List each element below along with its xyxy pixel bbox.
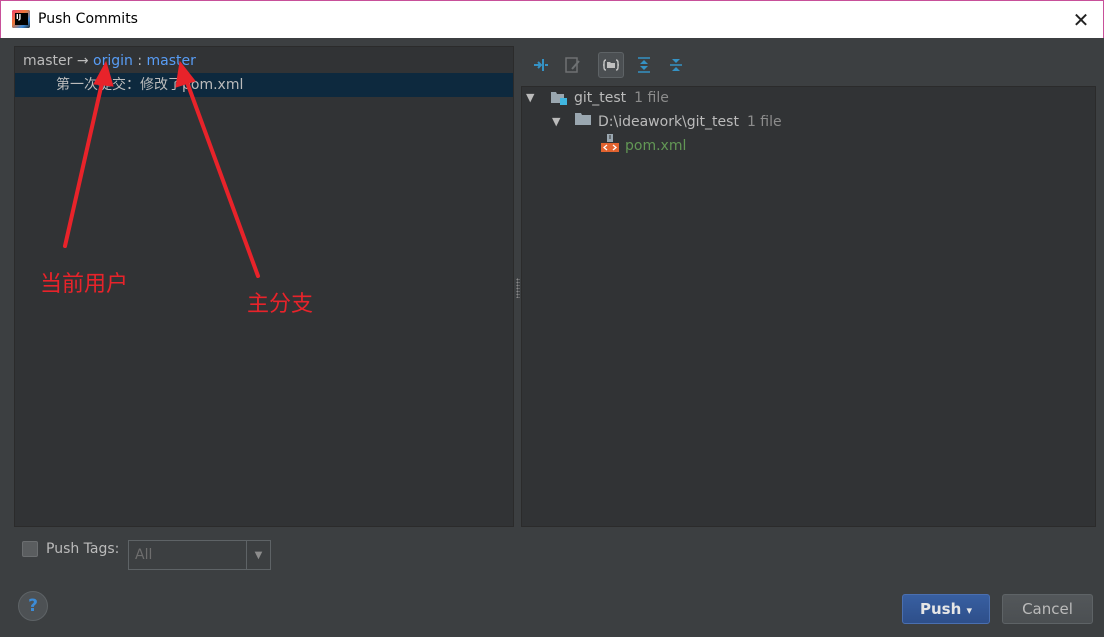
local-branch: master bbox=[23, 53, 73, 69]
tree-row-file[interactable]: pom.xml bbox=[600, 133, 687, 160]
xml-file-icon bbox=[600, 133, 620, 160]
help-button[interactable]: ? bbox=[18, 591, 48, 621]
close-icon[interactable]: ✕ bbox=[1069, 8, 1093, 32]
push-tags-checkbox[interactable] bbox=[22, 541, 38, 557]
push-button[interactable]: Push ▾ bbox=[902, 594, 990, 624]
title-bar: Push Commits ✕ bbox=[0, 0, 1104, 38]
branch-row[interactable]: master → origin : master bbox=[23, 53, 196, 69]
chevron-down-icon[interactable]: ▼ bbox=[526, 87, 540, 109]
push-tags-label: Push Tags: bbox=[46, 541, 120, 557]
cancel-button[interactable]: Cancel bbox=[1002, 594, 1093, 624]
diff-icon[interactable] bbox=[528, 52, 554, 78]
commit-row[interactable]: 第一次提交：修改了pom.xml bbox=[15, 73, 513, 97]
tree-row-folder[interactable]: ▼ D:\ideawork\git_test 1 file bbox=[552, 111, 782, 133]
arrow-separator: → bbox=[76, 53, 89, 69]
tree-folder-count: 1 file bbox=[746, 114, 782, 130]
repository-icon bbox=[550, 90, 568, 106]
panel-splitter[interactable] bbox=[516, 278, 520, 298]
push-button-label: Push bbox=[919, 600, 962, 618]
window-title: Push Commits bbox=[38, 11, 138, 27]
remote-link[interactable]: origin bbox=[93, 53, 133, 69]
tree-root-count: 1 file bbox=[634, 90, 669, 106]
folder-icon bbox=[574, 111, 592, 133]
push-dropdown-icon[interactable]: ▾ bbox=[966, 604, 972, 617]
group-by-directory-icon[interactable] bbox=[598, 52, 624, 78]
expand-all-icon[interactable] bbox=[631, 52, 657, 78]
tree-row-root[interactable]: ▼ git_test 1 file bbox=[526, 87, 669, 109]
collapse-all-icon[interactable] bbox=[663, 52, 689, 78]
tree-root-name: git_test bbox=[574, 90, 627, 106]
annotation-current-user: 当前用户 bbox=[40, 272, 129, 297]
tags-dropdown[interactable]: All ▼ bbox=[128, 540, 271, 570]
edit-source-icon[interactable] bbox=[560, 52, 586, 78]
commit-message: 第一次提交：修改了pom.xml bbox=[56, 77, 244, 93]
chevron-down-icon[interactable]: ▼ bbox=[246, 541, 270, 569]
changes-tree-panel: ▼ git_test 1 file ▼ D:\ideawork\git_test… bbox=[521, 86, 1096, 527]
push-tags-row: Push Tags: bbox=[22, 541, 119, 557]
tree-folder-name: D:\ideawork\git_test bbox=[598, 114, 739, 130]
colon-separator: : bbox=[137, 53, 143, 69]
chevron-down-icon[interactable]: ▼ bbox=[552, 111, 566, 133]
intellij-app-icon bbox=[12, 10, 30, 28]
tree-file-name: pom.xml bbox=[625, 138, 687, 154]
remote-branch-link[interactable]: master bbox=[147, 53, 196, 69]
tags-dropdown-value: All bbox=[135, 547, 153, 563]
annotation-main-branch: 主分支 bbox=[247, 292, 314, 317]
